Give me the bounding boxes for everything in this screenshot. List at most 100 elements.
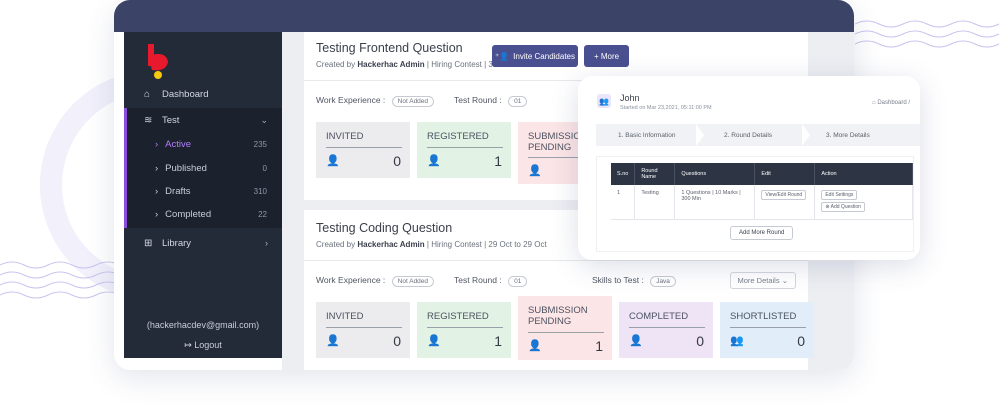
stat-label: INVITED (326, 131, 364, 142)
edit-settings-button[interactable]: Edit Settings (821, 190, 858, 200)
step-basic-info[interactable]: 1. Basic Information (618, 124, 675, 146)
start-date: Started on Mar 23,2021, 05:11:00 PM (620, 105, 712, 111)
sidebar-subitem-drafts[interactable]: › Drafts 310 (127, 180, 285, 202)
test-round-badge: 01 (508, 96, 528, 107)
stat-divider (629, 327, 705, 328)
skills-badge: Java (650, 276, 676, 287)
stat-label: COMPLETED (629, 311, 689, 322)
add-more-round-button[interactable]: Add More Round (730, 226, 794, 240)
users-icon: 👥 (730, 335, 744, 347)
column-header: Questions (674, 163, 756, 185)
user-clock-icon: 👤 (528, 340, 542, 352)
stat-divider (730, 327, 806, 328)
cell-action: Edit Settings ⊕ Add Question (814, 185, 913, 220)
sidebar-item-label: Library (162, 237, 192, 249)
step-more-details[interactable]: 3. More Details (826, 124, 870, 146)
sidebar-subitem-active[interactable]: › Active 235 (127, 133, 285, 155)
user-check-icon: 👤 (629, 335, 643, 347)
stat-divider (326, 147, 402, 148)
breadcrumb[interactable]: ⌂ Dashboard / (872, 100, 910, 106)
author-name: Hackerhac Admin (357, 240, 425, 249)
work-experience: Work Experience : Not Added (316, 95, 435, 107)
test-round-label: Test Round : (454, 275, 502, 285)
user-edit-icon: 👤 (427, 155, 441, 167)
table-row: 1 Testing 1 Questions | 10 Marks | 300 M… (611, 185, 913, 220)
cell-edit: View/Edit Round (754, 185, 816, 220)
stat-invited[interactable]: INVITED 👤 0 (316, 302, 410, 358)
chevron-right-icon: › (155, 208, 159, 220)
sidebar-item-test[interactable]: ≋ Test ⌄ (124, 108, 282, 132)
work-exp-label: Work Experience : (316, 275, 386, 285)
breadcrumb-label: Dashboard / (877, 100, 910, 106)
add-user-icon: ⁺👤 (494, 51, 510, 61)
more-button[interactable]: + More (584, 45, 629, 67)
add-question-label: Add Question (830, 204, 861, 210)
table-header-row: S.no Round Name Questions Edit Action (611, 163, 913, 185)
stat-registered[interactable]: REGISTERED 👤 1 (417, 122, 511, 178)
test-round: Test Round : 01 (454, 95, 528, 107)
subitem-count: 235 (253, 139, 267, 149)
logout-button[interactable]: ↦ Logout (124, 340, 282, 351)
stepper: 1. Basic Information 2. Round Details 3.… (596, 124, 920, 146)
stat-submission-pending[interactable]: SUBMISSION PENDING 👤 1 (518, 296, 612, 360)
sidebar-item-dashboard[interactable]: ⌂ Dashboard (124, 82, 282, 106)
chevron-right-icon: › (155, 162, 159, 174)
stat-label: SUBMISSION PENDING (528, 305, 588, 327)
more-details-dropdown[interactable]: More Details ⌄ (729, 272, 796, 289)
home-icon: ⌂ (872, 100, 876, 106)
stat-value: 0 (696, 333, 704, 349)
test-title[interactable]: Testing Coding Question (316, 221, 452, 235)
stat-divider (528, 332, 604, 333)
stat-value: 1 (494, 333, 502, 349)
cell-sno: 1 (611, 185, 636, 220)
author-name: Hackerhac Admin (357, 60, 425, 69)
sidebar-subitem-completed[interactable]: › Completed 22 (127, 203, 285, 225)
candidate-name: John (620, 93, 640, 103)
stat-divider (427, 147, 503, 148)
invite-candidates-button[interactable]: ⁺👤 Invite Candidates (492, 45, 578, 67)
users-icon: 👥 (597, 94, 611, 108)
created-by-text: Created by (316, 240, 356, 249)
work-exp-label: Work Experience : (316, 95, 386, 105)
test-title[interactable]: Testing Frontend Question (316, 41, 463, 55)
user-edit-icon: 👤 (326, 335, 340, 347)
step-round-details[interactable]: 2. Round Details (724, 124, 772, 146)
column-header: Action (814, 163, 913, 185)
chevron-right-icon: › (155, 185, 159, 197)
stat-value: 0 (797, 333, 805, 349)
stat-invited[interactable]: INVITED 👤 0 (316, 122, 410, 178)
stat-registered[interactable]: REGISTERED 👤 1 (417, 302, 511, 358)
sidebar-subitem-published[interactable]: › Published 0 (127, 157, 285, 179)
right-wave-decoration (855, 20, 1000, 48)
created-by-text: Created by (316, 60, 356, 69)
stat-label: SHORTLISTED (730, 311, 797, 322)
more-label: + More (593, 51, 620, 61)
step-separator (696, 124, 704, 146)
subitem-label: Active (165, 138, 192, 150)
stat-divider (427, 327, 503, 328)
column-header: S.no (611, 163, 636, 185)
chevron-down-icon: ⌄ (260, 114, 268, 125)
stat-value: 0 (393, 333, 401, 349)
logout-icon: ↦ (184, 340, 192, 350)
logout-label: Logout (194, 340, 222, 350)
add-question-button[interactable]: ⊕ Add Question (821, 202, 865, 212)
subitem-count: 0 (262, 163, 267, 173)
stat-value: 1 (595, 338, 603, 354)
stat-completed[interactable]: COMPLETED 👤 0 (619, 302, 713, 358)
test-subtitle: Created by Hackerhac Admin | Hiring Cont… (316, 240, 547, 249)
rounds-table: S.no Round Name Questions Edit Action 1 … (611, 163, 913, 220)
column-header: Edit (754, 163, 816, 185)
test-submenu: › Active 235 › Published 0 › Drafts 310 … (124, 132, 282, 228)
sidebar-item-label: Dashboard (162, 88, 209, 100)
layers-icon: ≋ (144, 114, 153, 126)
home-icon: ⌂ (144, 88, 151, 100)
stat-shortlisted[interactable]: SHORTLISTED 👥 0 (720, 302, 814, 358)
test-round-badge: 01 (508, 276, 528, 287)
view-edit-round-button[interactable]: View/Edit Round (761, 190, 807, 200)
window-top-bar (114, 0, 854, 32)
sidebar-item-library[interactable]: ⊞ Library › (124, 231, 282, 255)
test-round-label: Test Round : (454, 95, 502, 105)
library-icon: ⊞ (144, 237, 153, 249)
stat-divider (326, 327, 402, 328)
